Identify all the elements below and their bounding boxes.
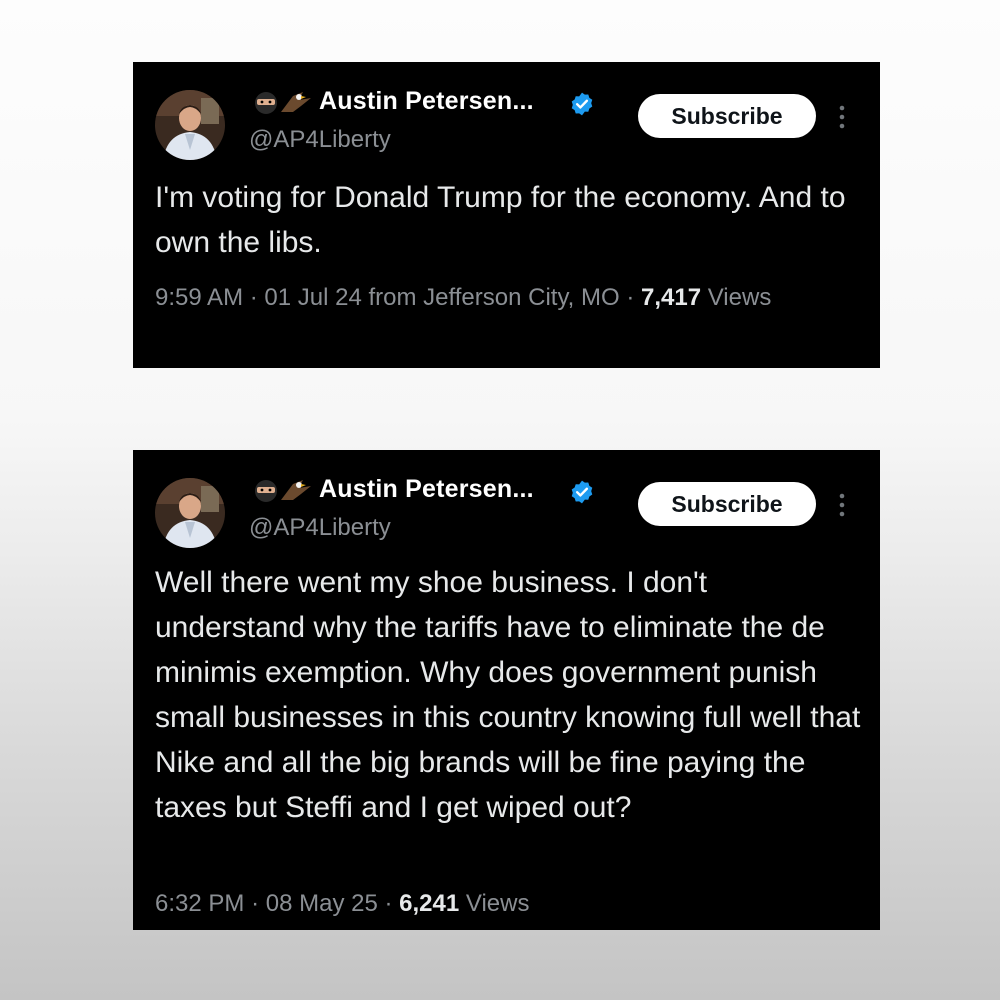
views-label: Views [465,890,530,917]
more-options-icon[interactable] [835,490,849,520]
ninja-eagle-emoji-icons [255,480,311,502]
tweet-text: Well there went my shoe business. I don'… [155,566,861,824]
author-handle[interactable]: @AP4Liberty [249,126,391,154]
tweet-meta: 9:59 AM · 01 Jul 24 from Jefferson City,… [155,280,855,316]
author-name[interactable]: Austin Petersen... [319,87,534,116]
verified-badge-icon [571,480,593,504]
views-count: 7,417 [641,284,702,311]
tweet-time[interactable]: 6:32 PM [155,890,244,917]
tweet-date[interactable]: 01 Jul 24 [264,284,361,311]
tweet-text: I'm voting for Donald Trump for the econ… [155,181,846,259]
author-name[interactable]: Austin Petersen... [319,475,534,504]
separator: · [249,284,258,311]
tweet-date[interactable]: 08 May 25 [266,890,378,917]
tweet-time[interactable]: 9:59 AM [155,284,243,311]
more-options-icon[interactable] [835,102,849,132]
separator: · [384,890,393,917]
tweet-card[interactable]: Austin Petersen... @AP4Liberty Subscribe… [133,450,880,930]
subscribe-button[interactable]: Subscribe [638,482,816,526]
separator: · [626,284,635,311]
ninja-eagle-emoji-icons [255,92,311,114]
avatar[interactable] [155,90,225,160]
separator: · [251,890,260,917]
tweet-card[interactable]: Austin Petersen... @AP4Liberty Subscribe… [133,62,880,368]
avatar[interactable] [155,478,225,548]
views-count: 6,241 [399,890,460,917]
subscribe-button[interactable]: Subscribe [638,94,816,138]
author-handle[interactable]: @AP4Liberty [249,514,391,542]
verified-badge-icon [571,92,593,116]
tweet-location: from Jefferson City, MO [368,284,620,311]
tweet-meta: 6:32 PM · 08 May 25 · 6,241 Views [155,886,855,922]
views-label: Views [707,284,772,311]
